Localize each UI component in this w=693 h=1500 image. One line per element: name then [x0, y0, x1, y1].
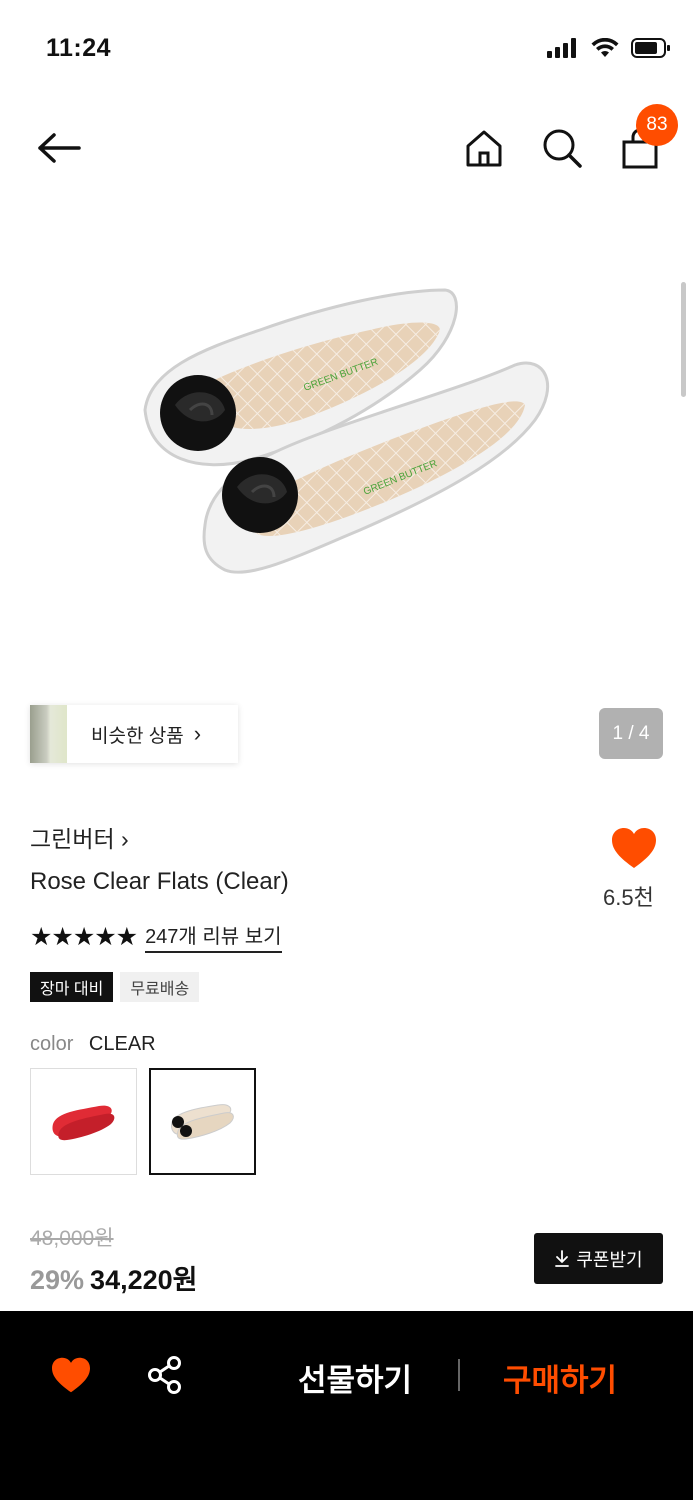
similar-products-label: 비슷한 상품 [91, 725, 184, 747]
chevron-right-icon: › [193, 721, 202, 746]
product-image-gallery[interactable]: GREEN BUTTER GREEN BUTTER [0, 195, 693, 685]
color-row: color CLEAR [30, 1033, 156, 1056]
product-name: Rose Clear Flats (Clear) [30, 868, 289, 895]
search-icon [543, 129, 582, 168]
back-button[interactable] [32, 126, 86, 170]
wifi-icon [591, 38, 619, 57]
tag-list: 장마 대비 무료배송 [30, 972, 200, 1002]
swatch-clear[interactable] [149, 1068, 256, 1175]
product-image: GREEN BUTTER GREEN BUTTER [143, 288, 550, 574]
wishlist-button[interactable] [50, 1356, 92, 1394]
similar-products-button[interactable]: 비슷한 상품 › [30, 705, 238, 763]
tag-free-shipping: 무료배송 [120, 972, 200, 1002]
rose-front [222, 457, 298, 533]
heart-icon [612, 828, 656, 868]
image-page-counter: 1 / 4 [599, 708, 663, 759]
coupon-label: 쿠폰받기 [576, 1249, 643, 1270]
download-icon [555, 1249, 570, 1267]
search-button[interactable] [540, 126, 584, 170]
rose-back [160, 375, 236, 451]
scroll-indicator [681, 282, 686, 397]
review-link[interactable]: 247개 리뷰 보기 [145, 920, 282, 953]
bottom-bar-divider [458, 1359, 460, 1391]
rating-row: ★★★★★ 247개 리뷰 보기 [30, 920, 282, 953]
top-nav [0, 108, 693, 188]
cart-count-badge: 83 [636, 104, 678, 146]
share-button[interactable] [146, 1355, 184, 1395]
swatch-red[interactable] [30, 1068, 137, 1175]
red-flats-thumbnail [51, 1105, 114, 1140]
discount-rate: 29% [30, 1265, 85, 1295]
original-price: 48,000원 [30, 1227, 114, 1250]
clear-flats-thumbnail [170, 1103, 234, 1140]
status-icons [547, 38, 671, 58]
rating-stars: ★★★★★ [30, 922, 138, 951]
price-row: 29% 34,220원 [30, 1258, 197, 1297]
status-time: 11:24 [46, 34, 112, 62]
sale-price: 34,220원 [90, 1265, 198, 1295]
color-swatches [30, 1068, 256, 1175]
like-button[interactable] [610, 826, 658, 870]
buy-button[interactable]: 구매하기 [503, 1355, 617, 1400]
coupon-button[interactable]: 쿠폰받기 [534, 1233, 663, 1284]
share-icon [148, 1356, 181, 1394]
color-key: color [30, 1033, 74, 1055]
like-count: 6.5천 [603, 885, 654, 910]
tag-rainy-season: 장마 대비 [30, 972, 114, 1002]
color-value: CLEAR [88, 1033, 156, 1055]
gift-button[interactable]: 선물하기 [298, 1355, 412, 1400]
heart-icon [52, 1357, 90, 1393]
status-bar: 11:24 [0, 0, 693, 100]
brand-link[interactable]: 그린버터 › [30, 820, 129, 854]
battery-icon [631, 38, 670, 58]
bottom-action-bar: 선물하기 구매하기 [0, 1311, 693, 1500]
arrow-left-icon [38, 133, 81, 163]
signal-icon [547, 38, 576, 58]
similar-thumbnail [30, 705, 67, 763]
home-icon [466, 130, 502, 167]
home-button[interactable] [462, 126, 506, 170]
